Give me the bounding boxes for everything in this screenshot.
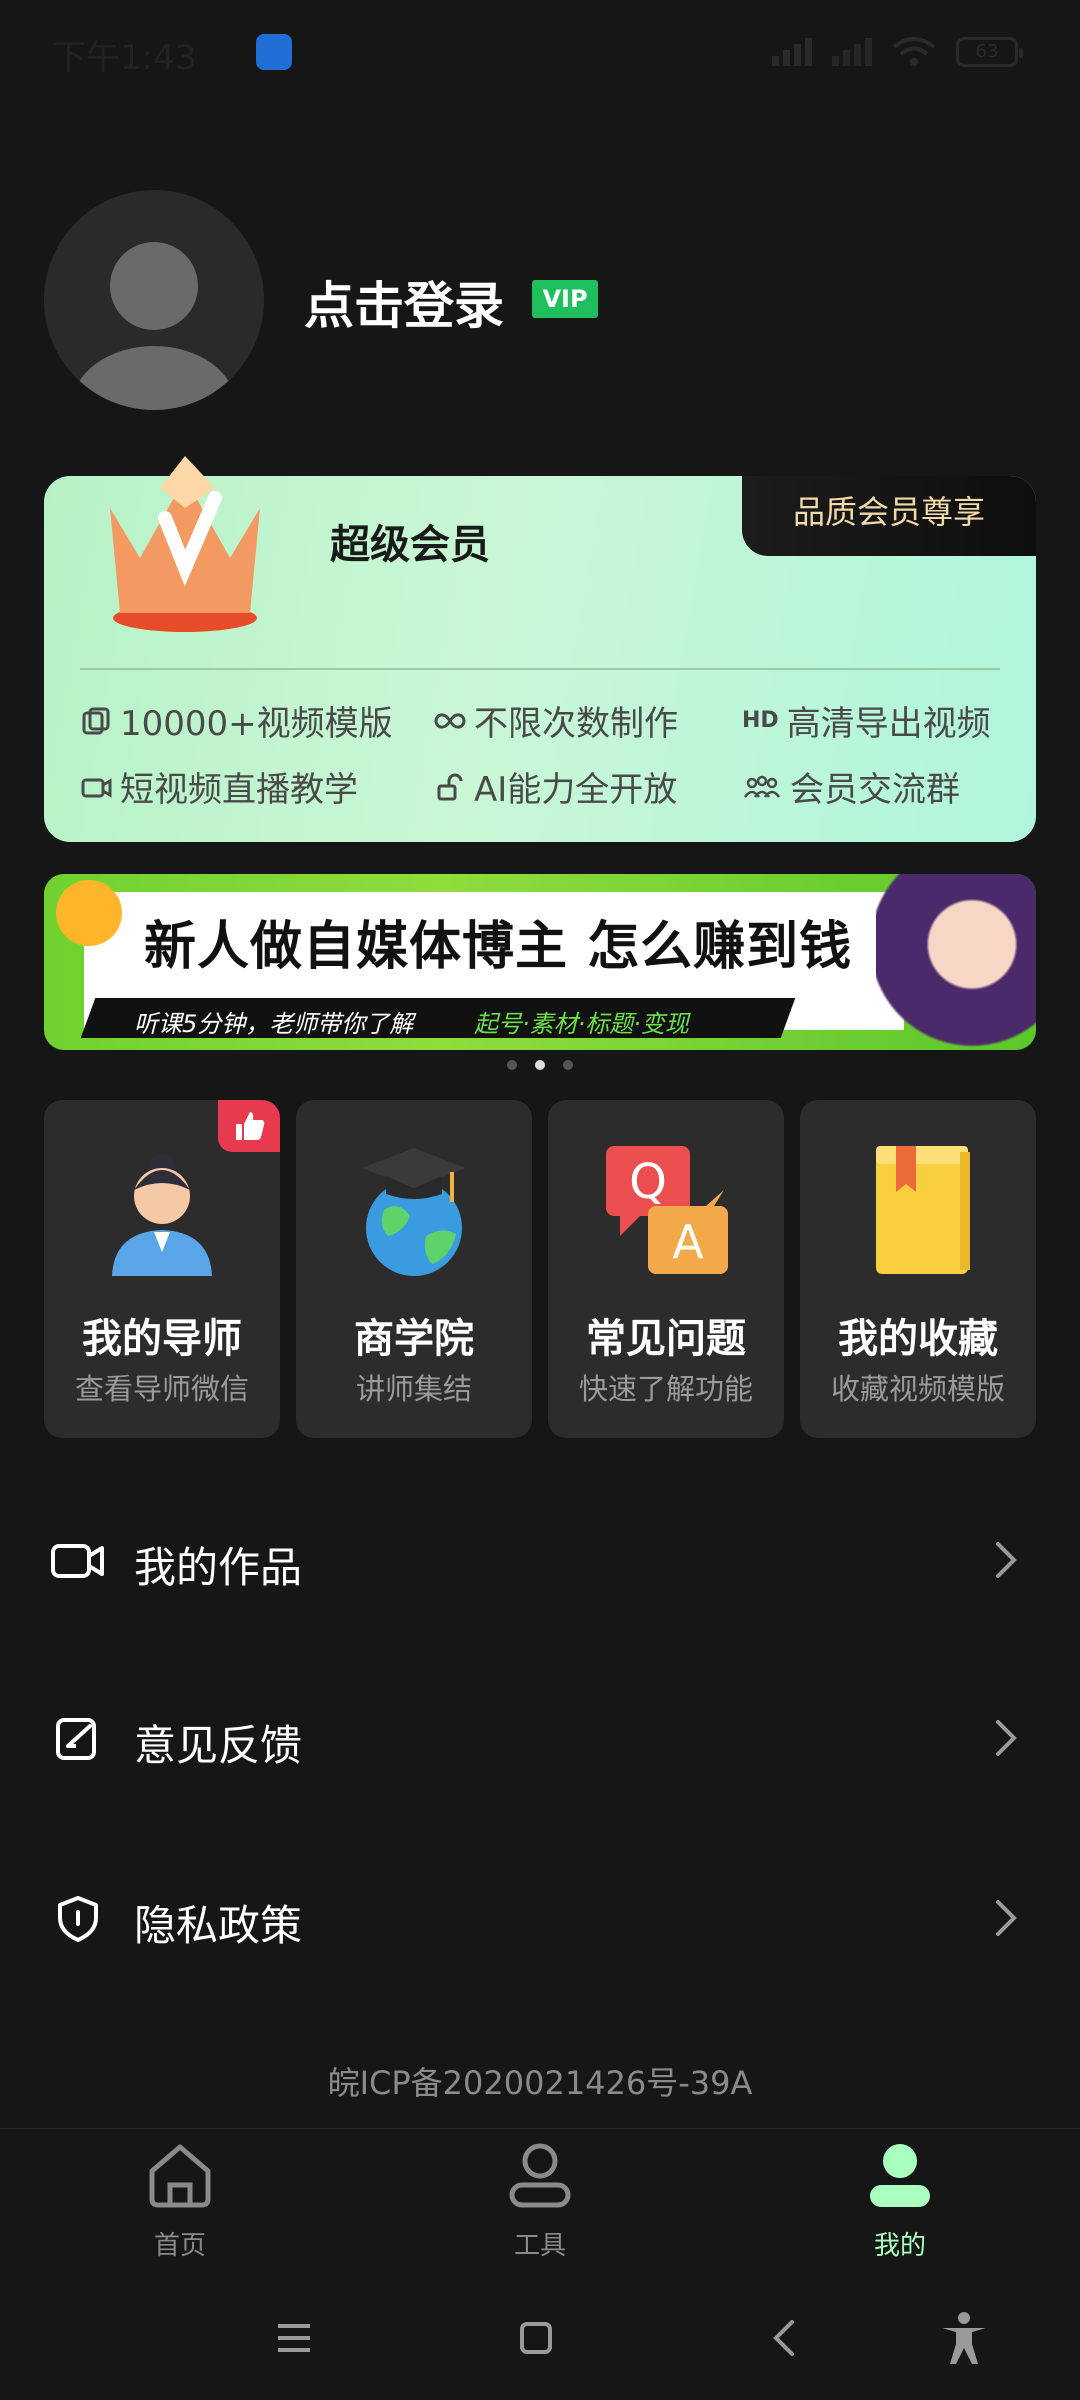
template-icon [82,707,110,734]
feature-label: 不限次数制作 [474,704,678,744]
tile-faq[interactable]: Q A 常见问题 快速了解功能 [548,1100,784,1438]
tile-subtitle: 收藏视频模版 [830,1372,1005,1406]
tile-business-school[interactable]: 商学院 讲师集结 [296,1100,532,1438]
tile-title: 我的导师 [82,1316,242,1362]
menu-icon[interactable] [264,2308,324,2368]
svg-text:Q: Q [629,1154,667,1210]
tile-subtitle: 快速了解功能 [578,1372,753,1406]
group-icon [743,775,781,798]
feature-unlimited: 不限次数制作 [434,696,678,745]
menu-privacy-policy[interactable]: 隐私政策 [0,1856,1080,1976]
menu-label: 我的作品 [134,1543,303,1592]
tile-title: 常见问题 [586,1316,746,1362]
tab-mine[interactable]: 我的 [720,2129,1080,2281]
feature-label: 10000+视频模版 [120,704,393,744]
back-icon[interactable] [756,2308,816,2368]
video-camera-icon [51,1544,104,1578]
member-card-badge: 品质会员尊享 [742,476,1036,556]
unlock-icon [437,773,463,800]
feature-label: 会员交流群 [790,770,960,810]
signal-2-icon [832,38,872,66]
feedback-edit-icon [56,1718,96,1760]
tile-subtitle: 查看导师微信 [74,1372,249,1406]
banner-headline: 新人做自媒体博主 怎么赚到钱 [144,917,853,977]
banner-portrait [876,874,1036,1050]
home-square-icon[interactable] [506,2308,566,2368]
tools-icon [509,2143,571,2208]
status-bar: 下午1:43 63 [0,0,1080,100]
shield-icon [58,1896,98,1942]
login-link[interactable]: 点击登录 [304,266,504,338]
profile-icon [870,2144,930,2207]
member-card[interactable]: 超级会员 品质会员尊享 10000+视频模版 不限次数制作 HD 高清导出视频 … [44,456,1036,842]
tile-favorites[interactable]: 我的收藏 收藏视频模版 [800,1100,1036,1438]
menu-label: 隐私政策 [134,1901,303,1950]
home-icon [149,2144,211,2208]
menu-label: 意见反馈 [134,1721,303,1770]
tab-label: 我的 [873,2231,926,2261]
feature-label: AI能力全开放 [474,770,678,810]
wifi-icon [892,37,936,66]
feature-label: 高清导出视频 [786,704,991,744]
divider [80,668,1000,670]
carousel-indicator [0,1060,1080,1070]
hd-icon: HD [742,708,779,733]
tab-label: 工具 [513,2231,566,2261]
app-notification-icon [256,34,292,70]
status-indicators: 63 [772,34,1023,70]
book-icon [876,1146,970,1274]
feature-label: 短视频直播教学 [120,770,358,810]
chevron-right-icon [996,1542,1017,1578]
banner-subtitle: 听课5分钟，老师带你了解 [134,1010,414,1038]
feature-teaching: 短视频直播教学 [80,762,358,811]
battery-icon: 63 [956,37,1023,67]
member-card-title: 超级会员 [330,522,490,568]
vip-badge: VIP [532,280,598,318]
status-time: 下午1:43 [52,38,197,78]
menu-feedback[interactable]: 意见反馈 [0,1676,1080,1796]
tab-home[interactable]: 首页 [0,2129,360,2281]
video-icon [81,777,112,798]
chevron-right-icon [996,1720,1017,1756]
tile-subtitle: 讲师集结 [355,1372,472,1406]
crown-icon [110,456,260,632]
feature-group: 会员交流群 [742,762,960,811]
accessibility-icon[interactable] [934,2308,994,2368]
tab-label: 首页 [153,2231,206,2261]
feature-ai: AI能力全开放 [434,762,677,811]
promo-banner[interactable]: 新人做自媒体博主 怎么赚到钱 听课5分钟，老师带你了解 起号·素材·标题·变现 [44,874,1036,1050]
infinity-icon [434,713,466,728]
graduation-globe-icon [362,1148,466,1276]
feature-hd: HD 高清导出视频 [742,696,991,745]
tab-tools[interactable]: 工具 [360,2129,720,2281]
feature-templates: 10000+视频模版 [80,696,393,745]
menu-my-works[interactable]: 我的作品 [0,1498,1080,1618]
tile-my-mentor[interactable]: 我的导师 查看导师微信 [44,1100,280,1438]
banner-tags: 起号·素材·标题·变现 [474,1010,689,1038]
svg-text:A: A [672,1215,704,1269]
signal-icon [772,38,812,66]
system-navigation-bar [0,2280,1080,2400]
carousel-dot [563,1060,573,1070]
avatar[interactable] [44,190,264,410]
chevron-right-icon [996,1900,1017,1936]
sun-sticker-icon [56,880,122,946]
icp-filing-text[interactable]: 皖ICP备2020021426号-39A [0,2058,1080,2104]
mentor-icon [112,1154,212,1276]
carousel-dot-active [535,1060,545,1070]
tile-title: 商学院 [354,1316,474,1362]
qa-icon: Q A [606,1146,728,1274]
tile-title: 我的收藏 [838,1316,998,1362]
bottom-tab-bar: 首页 工具 我的 [0,2128,1080,2280]
carousel-dot [507,1060,517,1070]
